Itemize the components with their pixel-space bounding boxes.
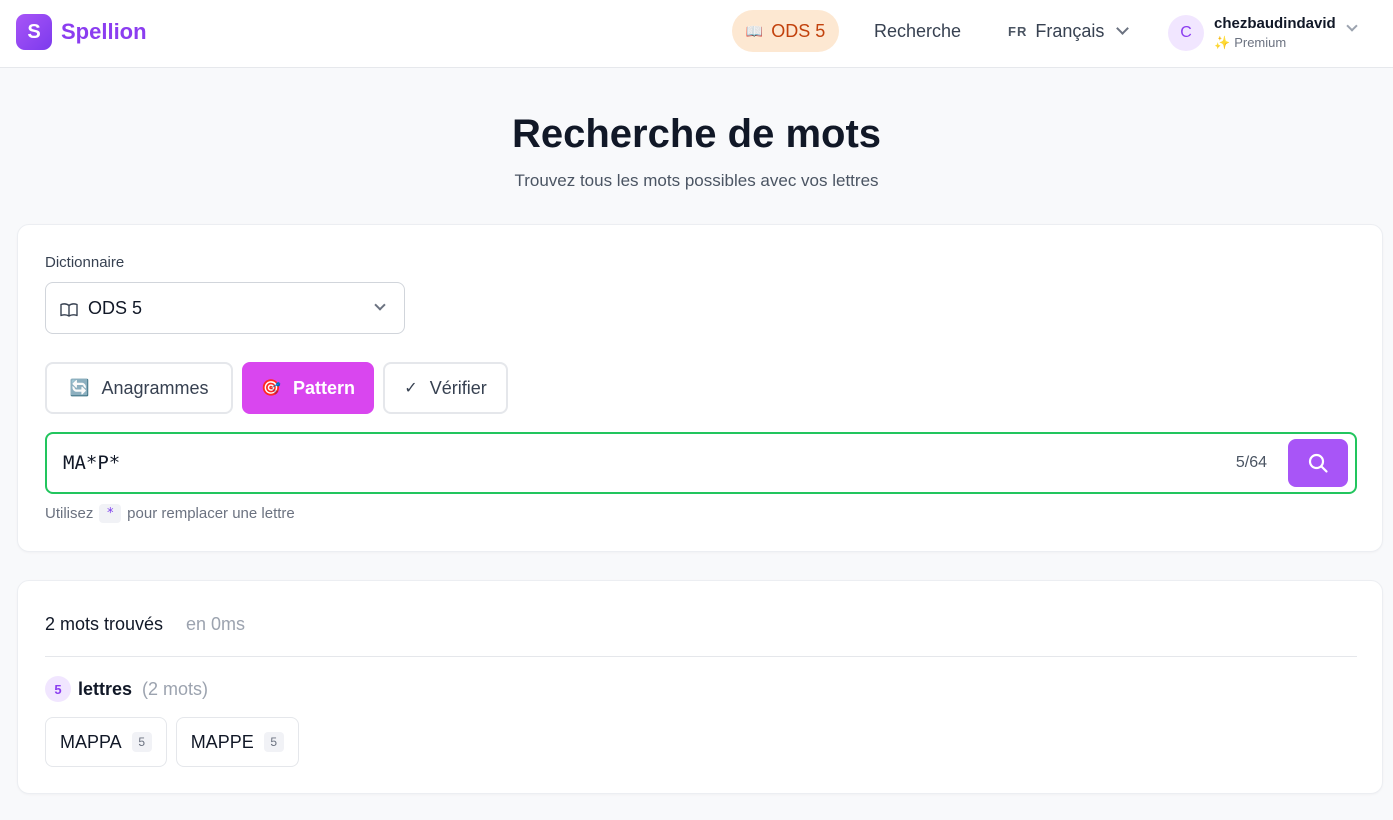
dictionary-select-value: ODS 5 — [88, 297, 143, 318]
search-button[interactable] — [1288, 439, 1348, 487]
user-plan: ✨ Premium — [1214, 35, 1336, 51]
chevron-down-icon — [1346, 20, 1358, 32]
hint-wildcard: * — [99, 504, 122, 523]
mode-tabs: 🔄 Anagrammes 🎯 Pattern ✓ Vérifier — [45, 362, 517, 414]
hint-text-before: Utilisez — [45, 505, 94, 522]
word-chip[interactable]: MAPPE 5 — [175, 717, 299, 767]
length-badge: 5 — [45, 676, 71, 702]
pattern-input-wrapper: 5/64 — [45, 432, 1357, 494]
mode-verify-label: Vérifier — [429, 377, 487, 398]
nav-search-link[interactable]: Recherche — [862, 10, 973, 52]
mode-anagrams-label: Anagrammes — [101, 377, 209, 398]
word-list: MAPPA 5 MAPPE 5 — [45, 717, 308, 767]
chevron-down-icon — [374, 299, 386, 311]
length-group-header: 5 lettres (2 mots) — [45, 676, 208, 702]
target-icon: 🎯 — [261, 380, 281, 397]
logo-mark: S — [16, 14, 52, 50]
results-count: 2 mots trouvés — [45, 614, 164, 634]
refresh-icon: 🔄 — [69, 380, 90, 397]
nav-dictionary-pill[interactable]: 📖 ODS 5 — [732, 10, 839, 52]
dictionary-label: Dictionnaire — [45, 254, 125, 271]
word-text: MAPPE — [190, 731, 254, 752]
results-time: en 0ms — [186, 614, 246, 634]
app-logo[interactable]: S Spellion — [16, 14, 147, 50]
nav-dictionary-label: ODS 5 — [771, 20, 826, 41]
book-icon — [60, 301, 78, 317]
sparkles-icon: ✨ — [1214, 35, 1231, 50]
language-selector[interactable]: FR Français — [1000, 10, 1135, 52]
word-length-badge: 5 — [131, 732, 152, 752]
avatar: C — [1168, 15, 1204, 51]
nav-search-label: Recherche — [874, 20, 962, 41]
results-card: 2 mots trouvés en 0ms 5 lettres (2 mots)… — [17, 580, 1383, 794]
user-plan-label: Premium — [1234, 35, 1287, 50]
top-header: S Spellion 📖 ODS 5 Recherche FR Français… — [0, 0, 1393, 68]
language-label: Français — [1035, 20, 1105, 41]
language-code: FR — [1008, 23, 1028, 39]
search-icon — [1308, 453, 1328, 473]
group-label: lettres — [78, 678, 133, 699]
search-card: Dictionnaire ODS 5 🔄 Anagrammes 🎯 Patter… — [17, 224, 1383, 552]
mode-verify-button[interactable]: ✓ Vérifier — [383, 362, 508, 414]
page-title: Recherche de mots — [511, 112, 882, 156]
char-counter: 5/64 — [1235, 454, 1267, 471]
pattern-hint: Utilisez * pour remplacer une lettre — [45, 504, 295, 523]
dictionary-select[interactable]: ODS 5 — [45, 282, 405, 334]
user-name: chezbaudindavid — [1214, 15, 1336, 32]
user-menu[interactable]: C chezbaudindavid ✨ Premium — [1168, 10, 1358, 56]
check-icon: ✓ — [404, 380, 418, 397]
word-length-badge: 5 — [263, 732, 284, 752]
app-name: Spellion — [61, 19, 147, 44]
word-text: MAPPA — [60, 731, 122, 752]
mode-pattern-button[interactable]: 🎯 Pattern — [242, 362, 374, 414]
user-info: chezbaudindavid ✨ Premium — [1214, 15, 1336, 51]
pattern-input[interactable] — [63, 448, 1163, 478]
hint-text-after: pour remplacer une lettre — [127, 505, 295, 522]
chevron-down-icon — [1116, 22, 1130, 35]
mode-pattern-label: Pattern — [292, 377, 355, 398]
group-count: (2 mots) — [142, 678, 209, 699]
page-subtitle: Trouvez tous les mots possibles avec vos… — [514, 171, 879, 190]
word-chip[interactable]: MAPPA 5 — [45, 717, 167, 767]
divider — [45, 656, 1357, 657]
mode-anagrams-button[interactable]: 🔄 Anagrammes — [45, 362, 233, 414]
book-icon: 📖 — [745, 22, 764, 39]
